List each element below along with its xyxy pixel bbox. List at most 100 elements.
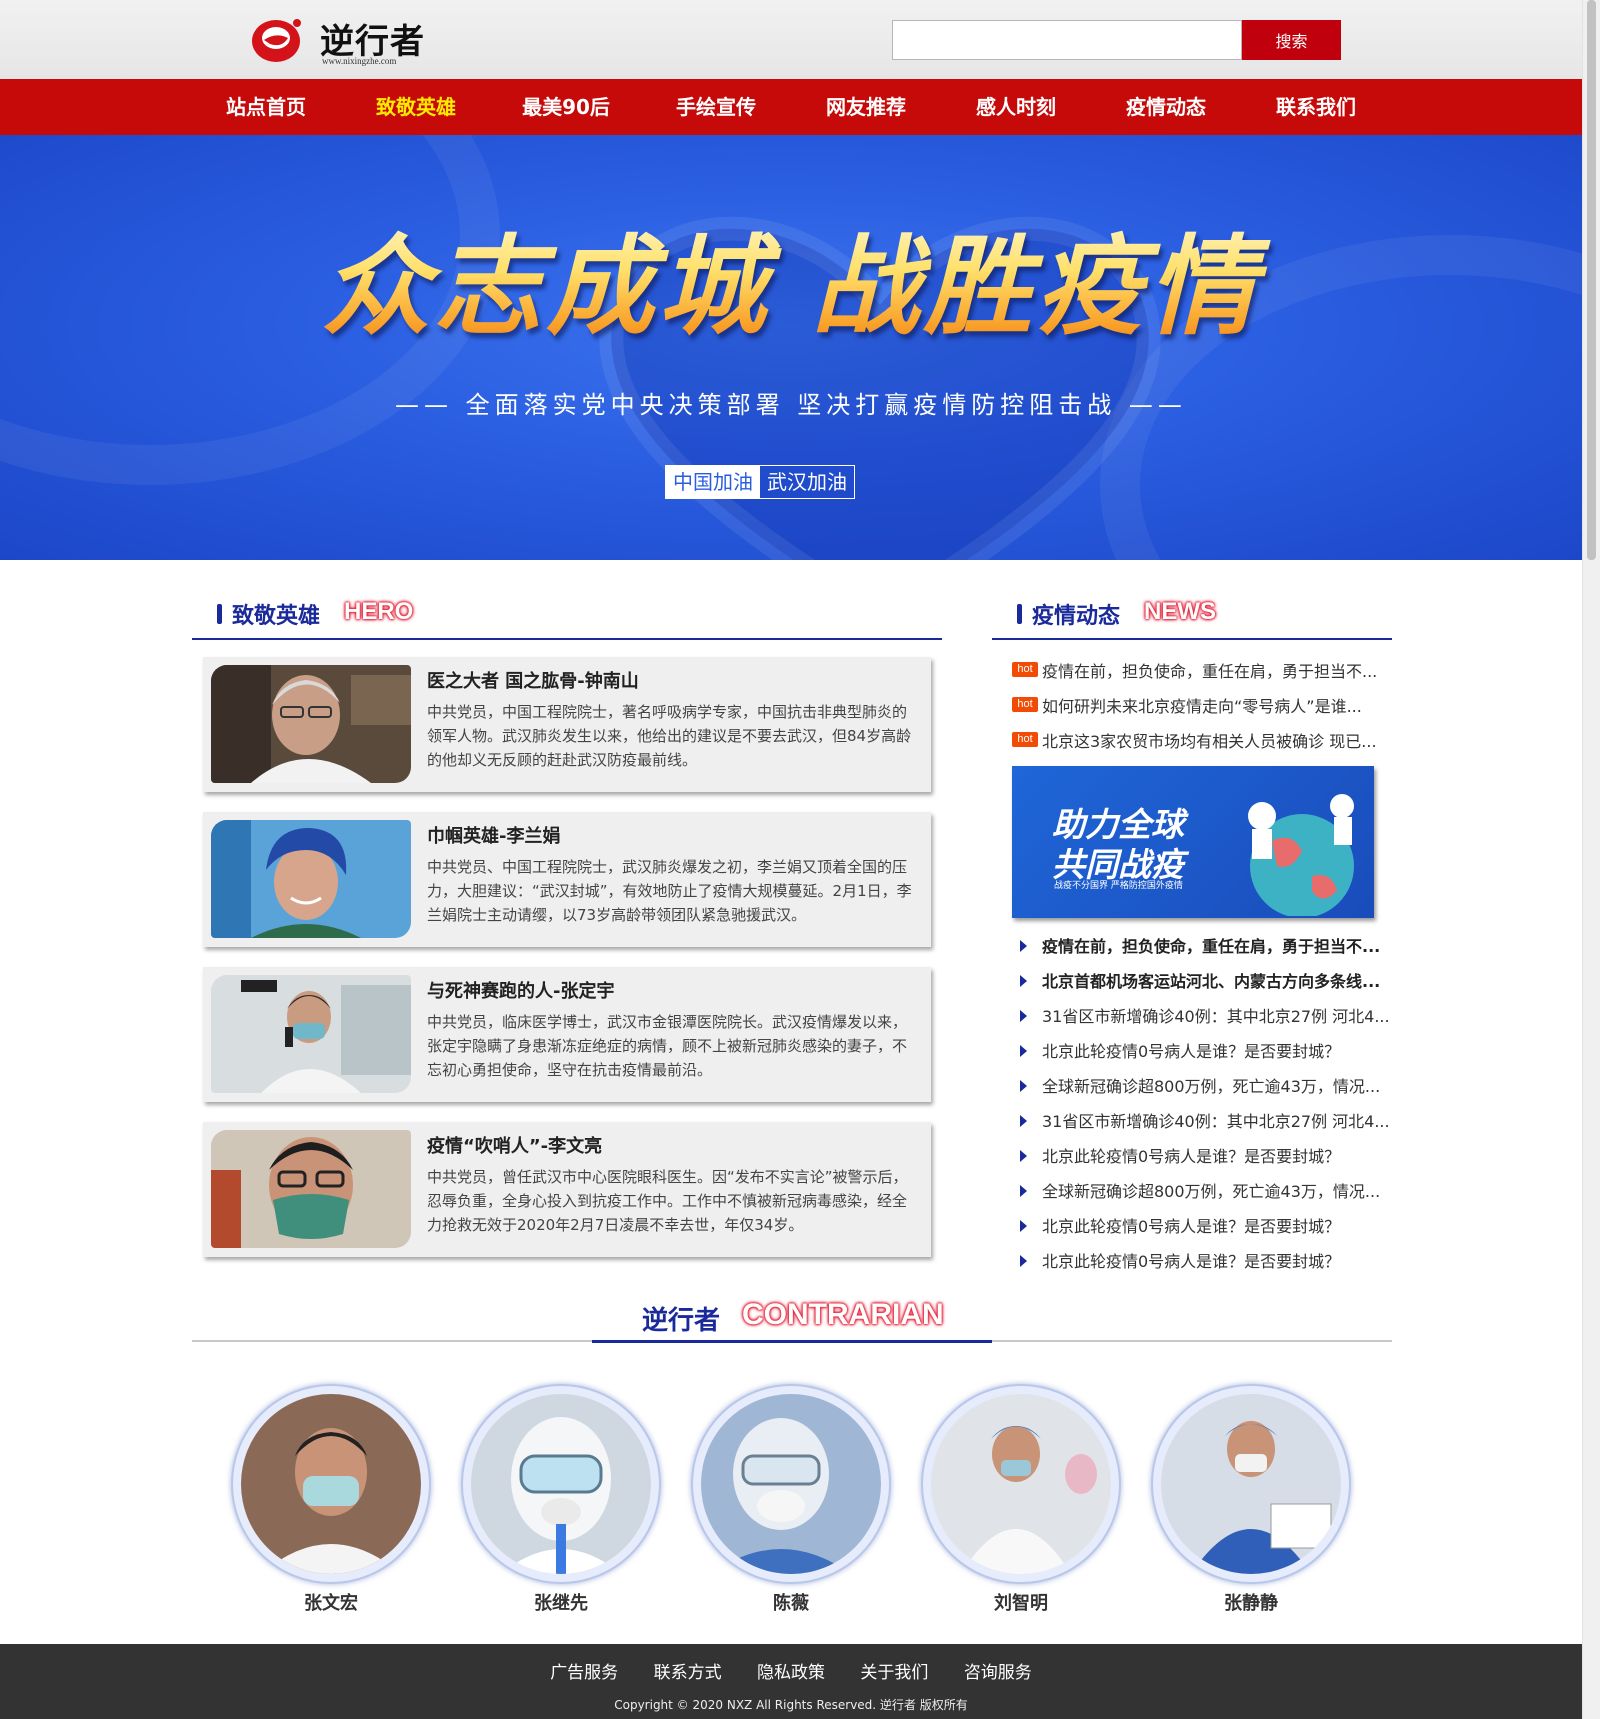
nav-item-recommend[interactable]: 网友推荐 (791, 79, 941, 135)
news-item[interactable]: 北京此轮疫情0号病人是谁？是否要封城？ (1020, 1038, 1390, 1068)
person-card[interactable]: 刘智明 (921, 1384, 1121, 1614)
person-name: 陈薇 (773, 1593, 809, 1614)
hot-news-item[interactable]: hot 如何研判未来北京疫情走向“零号病人”是谁... (1012, 693, 1382, 717)
search-button[interactable]: 搜索 (1242, 20, 1341, 60)
scrollbar-thumb[interactable] (1587, 0, 1596, 560)
bullet-triangle-icon (1020, 940, 1027, 952)
page: 逆行者 www.nixingzhe.com 搜索 站点首页 致敬英雄 最美90后… (0, 0, 1582, 1719)
nav-item-moments[interactable]: 感人时刻 (941, 79, 1091, 135)
banner-subline: —— 全面落实党中央决策部署 坚决打赢疫情防控阻击战 —— (395, 391, 1187, 419)
hero-title[interactable]: 医之大者 国之肱骨-钟南山 (427, 667, 639, 693)
news-text[interactable]: 31省区市新增确诊40例：其中北京27例 河北4... (1042, 1108, 1390, 1132)
hero-title[interactable]: 巾帼英雄-李兰娟 (427, 822, 560, 848)
news-item[interactable]: 北京此轮疫情0号病人是谁？是否要封城？ (1020, 1213, 1390, 1243)
hero-title[interactable]: 与死神赛跑的人-张定宇 (427, 977, 614, 1003)
news-item[interactable]: 31省区市新增确诊40例：其中北京27例 河北4... (1020, 1108, 1390, 1138)
hero-banner[interactable]: 众志成城 战胜疫情 —— 全面落实党中央决策部署 坚决打赢疫情防控阻击战 —— … (0, 135, 1582, 560)
avatar[interactable] (241, 1394, 421, 1574)
footer-link-contact[interactable]: 联系方式 (654, 1658, 722, 1683)
hot-news-item[interactable]: hot 疫情在前，担负使命，重任在肩，勇于担当不... (1012, 658, 1382, 682)
bullet-triangle-icon (1020, 975, 1027, 987)
news-text[interactable]: 全球新冠确诊超800万例，死亡逾43万，情况... (1042, 1178, 1380, 1202)
nav-item-post90[interactable]: 最美90后 (491, 79, 641, 135)
hero-card[interactable]: 与死神赛跑的人-张定宇 中共党员，临床医学博士，武汉市金银潭医院院长。武汉疫情爆… (203, 967, 931, 1102)
news-text[interactable]: 北京此轮疫情0号病人是谁？是否要封城？ (1042, 1213, 1340, 1237)
hot-news-text[interactable]: 如何研判未来北京疫情走向“零号病人”是谁... (1042, 693, 1362, 717)
news-text[interactable]: 31省区市新增确诊40例：其中北京27例 河北4... (1042, 1003, 1390, 1027)
section-bar-icon (1017, 604, 1022, 624)
news-item[interactable]: 北京此轮疫情0号病人是谁？是否要封城？ (1020, 1248, 1390, 1278)
avatar[interactable] (1161, 1394, 1341, 1574)
hot-news-text[interactable]: 北京这3家农贸市场均有相关人员被确诊 现已... (1042, 728, 1377, 752)
news-item[interactable]: 北京首都机场客运站河北、内蒙古方向多条线... (1020, 968, 1390, 998)
page-scrollbar[interactable] (1582, 0, 1600, 1719)
zhang-dingyu-portrait-icon (211, 975, 411, 1093)
nav-item-home[interactable]: 站点首页 (191, 79, 341, 135)
hero-title[interactable]: 疫情“吹哨人”-李文亮 (427, 1132, 602, 1158)
contrarian-title: 逆行者 (642, 1306, 721, 1336)
news-item[interactable]: 疫情在前，担负使命，重任在肩，勇于担当不... (1020, 933, 1390, 963)
bullet-triangle-icon (1020, 1255, 1027, 1267)
hero-card[interactable]: 疫情“吹哨人”-李文亮 中共党员，曾任武汉市中心医院眼科医生。因“发布不实言论”… (203, 1122, 931, 1257)
hero-description: 中共党员，中国工程院院士，著名呼吸病学专家，中国抗击非典型肺炎的领军人物。武汉肺… (427, 703, 912, 769)
news-text[interactable]: 北京此轮疫情0号病人是谁？是否要封城？ (1042, 1038, 1340, 1062)
news-ad-banner[interactable]: 助力全球 共同战疫 战疫不分国界 严格防控国外疫情 (1012, 766, 1374, 918)
search-input[interactable] (892, 20, 1242, 60)
person-card[interactable]: 张静静 (1151, 1384, 1351, 1614)
footer-link-ads[interactable]: 广告服务 (550, 1658, 618, 1683)
contrarian-underline (592, 1340, 992, 1343)
nav-item-contact[interactable]: 联系我们 (1241, 79, 1391, 135)
news-item[interactable]: 全球新冠确诊超800万例，死亡逾43万，情况... (1020, 1178, 1390, 1208)
badge-china: 中国加油 (666, 466, 760, 498)
person-card[interactable]: 张文宏 (231, 1384, 431, 1614)
nav-item-epidemic[interactable]: 疫情动态 (1091, 79, 1241, 135)
bullet-triangle-icon (1020, 1185, 1027, 1197)
news-text[interactable]: 北京此轮疫情0号病人是谁？是否要封城？ (1042, 1143, 1340, 1167)
hot-news-item[interactable]: hot 北京这3家农贸市场均有相关人员被确诊 现已... (1012, 728, 1382, 752)
ad-caption: 战疫不分国界 严格防控国外疫情 (1054, 881, 1183, 891)
badge-wuhan: 武汉加油 (767, 470, 847, 494)
news-title-en: NEWS (1144, 598, 1216, 625)
section-bar-icon (217, 604, 222, 624)
footer-copyright: Copyright © 2020 NXZ All Rights Reserved… (614, 1698, 968, 1712)
avatar[interactable] (471, 1394, 651, 1574)
news-text[interactable]: 北京首都机场客运站河北、内蒙古方向多条线... (1042, 968, 1380, 992)
footer-link-consult[interactable]: 咨询服务 (964, 1658, 1032, 1683)
hero-photo[interactable] (211, 1130, 411, 1248)
hero-card[interactable]: 医之大者 国之肱骨-钟南山 中共党员，中国工程院院士，著名呼吸病学专家，中国抗击… (203, 657, 931, 792)
person-name: 张继先 (534, 1593, 588, 1614)
news-text[interactable]: 全球新冠确诊超800万例，死亡逾43万，情况... (1042, 1073, 1380, 1097)
avatar[interactable] (701, 1394, 881, 1574)
surgeon-portrait-icon (931, 1394, 1111, 1574)
news-item[interactable]: 31省区市新增确诊40例：其中北京27例 河北4... (1020, 1003, 1390, 1033)
news-text[interactable]: 北京此轮疫情0号病人是谁？是否要封城？ (1042, 1248, 1340, 1272)
site-logo[interactable]: 逆行者 www.nixingzhe.com (250, 12, 430, 68)
protective-suit-portrait-icon (471, 1394, 651, 1574)
logo-mark-icon (252, 19, 301, 62)
hero-card[interactable]: 巾帼英雄-李兰娟 中共党员、中国工程院院士，武汉肺炎爆发之初，李兰娟又顶着全国的… (203, 812, 931, 947)
footer-link-privacy[interactable]: 隐私政策 (757, 1658, 825, 1683)
lab-suit-portrait-icon (701, 1394, 881, 1574)
bullet-triangle-icon (1020, 1045, 1027, 1057)
contrarian-section-header: 逆行者 CONTRARIAN (192, 1298, 1392, 1343)
person-name: 刘智明 (994, 1593, 1048, 1614)
avatar[interactable] (931, 1394, 1111, 1574)
news-item[interactable]: 北京此轮疫情0号病人是谁？是否要封城？ (1020, 1143, 1390, 1173)
hero-photo[interactable] (211, 820, 411, 938)
person-card[interactable]: 陈薇 (691, 1384, 891, 1614)
news-item[interactable]: 全球新冠确诊超800万例，死亡逾43万，情况... (1020, 1073, 1390, 1103)
nav-item-drawings[interactable]: 手绘宣传 (641, 79, 791, 135)
hot-news-text[interactable]: 疫情在前，担负使命，重任在肩，勇于担当不... (1042, 658, 1377, 682)
hero-photo[interactable] (211, 665, 411, 783)
nav-item-heroes[interactable]: 致敬英雄 (341, 79, 491, 135)
bullet-triangle-icon (1020, 1115, 1027, 1127)
hero-description: 中共党员，曾任武汉市中心医院眼科医生。因“发布不实言论”被警示后，忍辱负重，全身… (427, 1168, 908, 1234)
hot-badge: hot (1012, 732, 1038, 747)
footer-link-about[interactable]: 关于我们 (860, 1658, 928, 1683)
news-text[interactable]: 疫情在前，担负使命，重任在肩，勇于担当不... (1042, 933, 1380, 957)
top-header: 逆行者 www.nixingzhe.com 搜索 (0, 0, 1582, 79)
hero-photo[interactable] (211, 975, 411, 1093)
heroes-title-en: HERO (344, 598, 414, 625)
person-card[interactable]: 张继先 (461, 1384, 661, 1614)
bullet-triangle-icon (1020, 1220, 1027, 1232)
